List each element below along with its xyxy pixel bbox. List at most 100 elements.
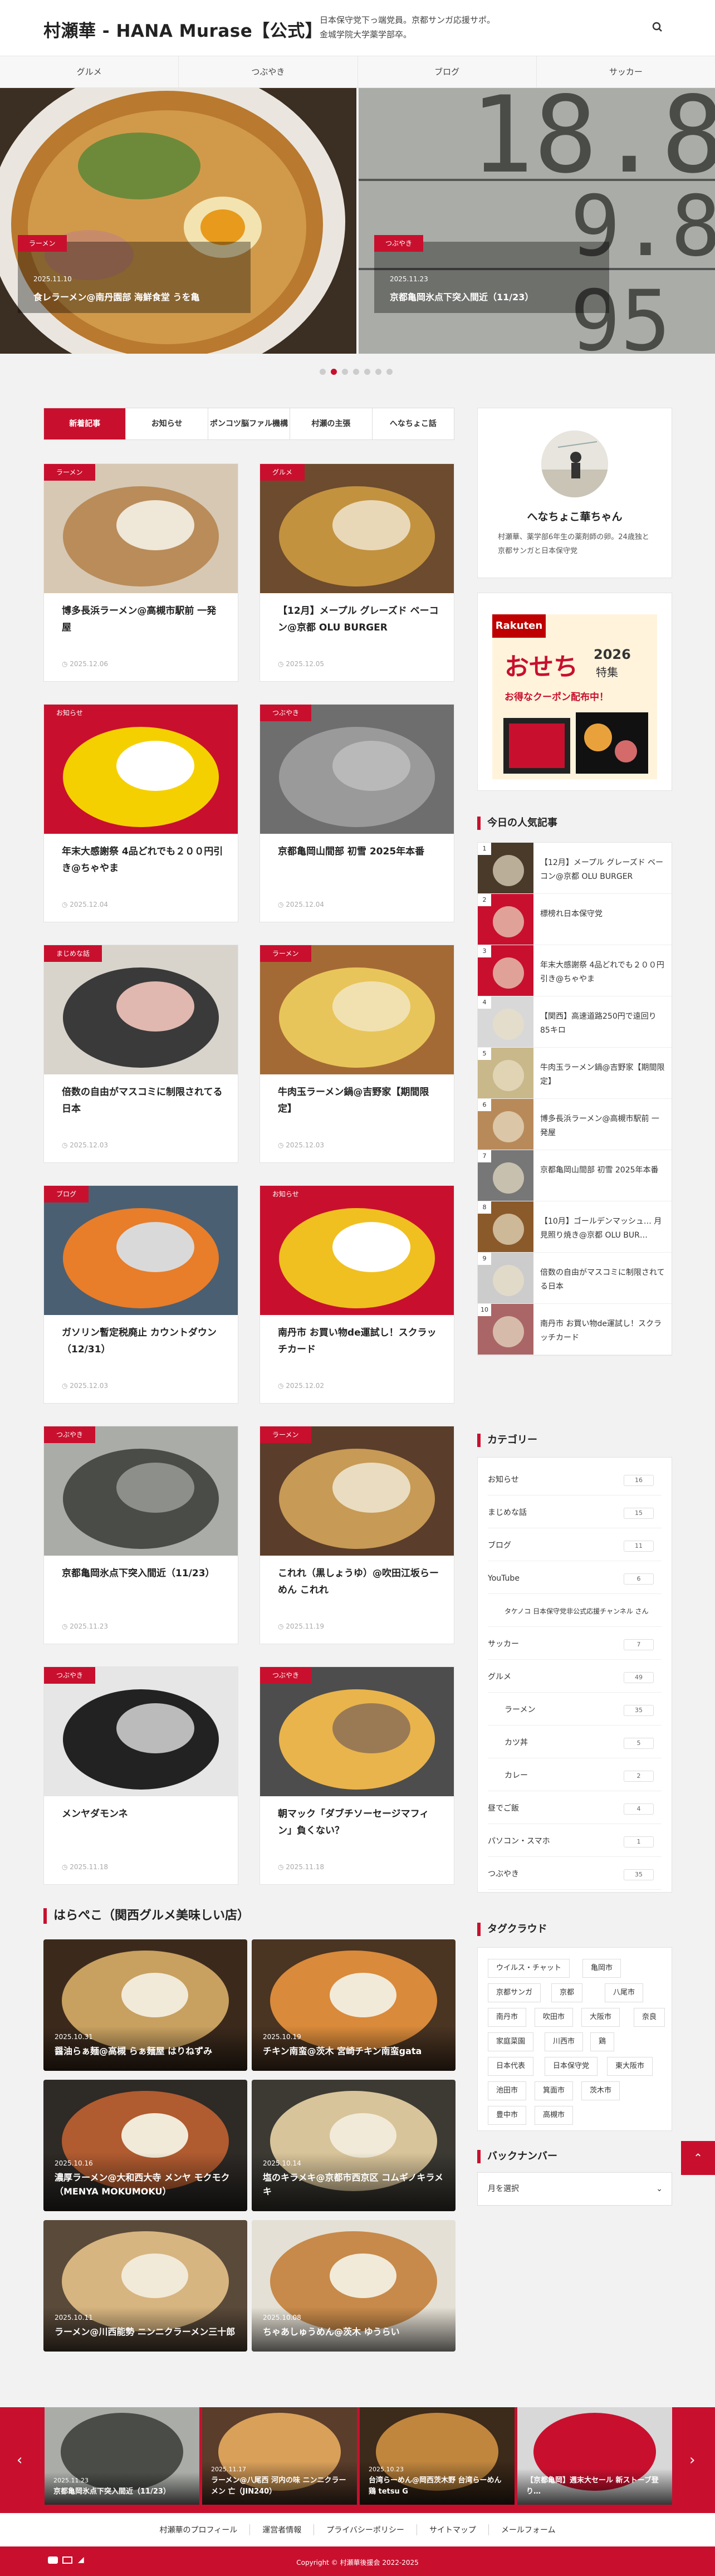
tag-item[interactable]: 高槻市: [535, 2106, 574, 2125]
article-card[interactable]: まじめな話 倍数の自由がマスコミに制限されてる日本 ◷ 2025.12.03: [43, 945, 238, 1163]
tab-henachoko[interactable]: へなちょこ話: [373, 408, 454, 439]
popular-item[interactable]: 5 牛肉玉ラーメン鍋@吉野家【期間限定】: [478, 1048, 672, 1099]
footer-link-sitemap[interactable]: サイトマップ: [417, 2524, 489, 2535]
popular-title[interactable]: 牛肉玉ラーメン鍋@吉野家【期間限定】: [540, 1061, 665, 1088]
category-item[interactable]: ラーメン 35: [488, 1694, 662, 1726]
slider-dot[interactable]: [386, 369, 393, 375]
category-item[interactable]: カレー 2: [488, 1760, 662, 1791]
category-name[interactable]: まじめな話: [488, 1508, 527, 1517]
footer-slide[interactable]: 2025.11.23 京都亀岡氷点下突入間近（11/23）: [45, 2407, 199, 2505]
popular-item[interactable]: 3 年末大感謝祭 4品どれでも２００円引き@ちゃやま: [478, 945, 672, 996]
slider-item-ramen[interactable]: ラーメン 2025.11.10 食レラーメン@南丹園部 海鮮食堂 うを亀: [0, 88, 356, 354]
popular-item[interactable]: 1 【12月】メープル グレーズド ベーコン@京都 OLU BURGER: [478, 843, 672, 894]
article-category[interactable]: ラーメン: [260, 945, 311, 962]
tag-item[interactable]: 池田市: [488, 2081, 527, 2100]
article-thumbnail[interactable]: [260, 705, 454, 834]
tag-item[interactable]: 東大阪市: [607, 2057, 653, 2076]
article-title[interactable]: 【12月】メープル グレーズド ベーコン@京都 OLU BURGER: [278, 603, 439, 637]
article-card[interactable]: つぶやき 京都亀岡氷点下突入間近（11/23） ◷ 2025.11.23: [43, 1426, 238, 1644]
tag-item[interactable]: 八尾市: [605, 1983, 644, 2002]
nav-item-gourmet[interactable]: グルメ: [0, 56, 179, 87]
popular-title[interactable]: 標榜れ日本保守党: [540, 907, 665, 921]
tab-opinion[interactable]: 村瀬の主張: [290, 408, 373, 439]
backnumber-select[interactable]: 月を選択 ⌄: [477, 2172, 672, 2206]
article-title[interactable]: ガソリン暫定税廃止 カウントダウン（12/31）: [62, 1325, 223, 1358]
article-thumbnail[interactable]: [260, 1186, 454, 1315]
tag-item[interactable]: 京都: [551, 1983, 583, 2002]
back-to-top-button[interactable]: ⌃: [681, 2141, 715, 2175]
popular-item[interactable]: 7 京都亀岡山間部 初雪 2025年本番: [478, 1150, 672, 1201]
slider-dot[interactable]: [364, 369, 370, 375]
footer-link-privacy[interactable]: プライバシーポリシー: [314, 2524, 417, 2535]
category-item[interactable]: グルメ 49: [488, 1661, 662, 1693]
tag-item[interactable]: 南丹市: [488, 2008, 527, 2027]
popular-title[interactable]: 倍数の自由がマスコミに制限されてる日本: [540, 1266, 665, 1293]
tag-item[interactable]: 亀岡市: [582, 1959, 621, 1978]
slider-dot-active[interactable]: [331, 369, 337, 375]
article-category[interactable]: グルメ: [260, 464, 305, 481]
nav-item-tsubuyaki[interactable]: つぶやき: [179, 56, 358, 87]
tag-item[interactable]: 日本代表: [488, 2057, 534, 2076]
article-category[interactable]: お知らせ: [44, 705, 95, 721]
category-name[interactable]: つぶやき: [488, 1870, 519, 1879]
article-thumbnail[interactable]: [260, 464, 454, 593]
harapeko-card[interactable]: 2025.10.19 チキン南蛮@茨木 宮崎チキン南蛮gata: [252, 1939, 456, 2071]
article-title[interactable]: 倍数の自由がマスコミに制限されてる日本: [62, 1084, 223, 1118]
article-category[interactable]: ラーメン: [260, 1426, 311, 1443]
tag-item[interactable]: 川西市: [545, 2032, 584, 2051]
tag-item[interactable]: 奈良: [634, 2008, 665, 2027]
tag-item[interactable]: 豊中市: [488, 2106, 527, 2125]
popular-item[interactable]: 2 標榜れ日本保守党: [478, 894, 672, 945]
category-item[interactable]: YouTube 6: [488, 1563, 662, 1594]
popular-item[interactable]: 9 倍数の自由がマスコミに制限されてる日本: [478, 1253, 672, 1304]
article-title[interactable]: 牛肉玉ラーメン鍋@吉野家【期間限定】: [278, 1084, 439, 1118]
category-name[interactable]: グルメ: [488, 1673, 511, 1682]
article-thumbnail[interactable]: [260, 945, 454, 1074]
harapeko-card[interactable]: 2025.10.16 濃厚ラーメン@大和西大寺 メンヤ モクモク（MENYA M…: [43, 2080, 247, 2211]
category-item[interactable]: サッカー 7: [488, 1629, 662, 1660]
category-name[interactable]: お知らせ: [488, 1475, 519, 1484]
article-category[interactable]: つぶやき: [260, 705, 312, 721]
footer-slide[interactable]: 2025.11.17 ラーメン@八尾西 河内の味 ニンニクラーメン 亡（JIN2…: [202, 2407, 357, 2505]
article-card[interactable]: ラーメン 牛肉玉ラーメン鍋@吉野家【期間限定】 ◷ 2025.12.03: [259, 945, 454, 1163]
footer-link-profile[interactable]: 村瀬華のプロフィール: [147, 2524, 251, 2535]
tag-item[interactable]: 大阪市: [581, 2008, 620, 2027]
category-name[interactable]: ブログ: [488, 1541, 511, 1550]
popular-title[interactable]: 南丹市 お買い物de運試し！スクラッチカード: [540, 1317, 665, 1345]
article-category[interactable]: つぶやき: [44, 1426, 96, 1443]
article-category[interactable]: つぶやき: [260, 1667, 312, 1684]
tab-ponkotsu[interactable]: ポンコツ脳ファル機構: [208, 408, 291, 439]
footer-slide[interactable]: 【京都亀岡】週末大セール 新ストーブ登り…: [517, 2407, 672, 2505]
category-name[interactable]: タケノコ 日本保守党非公式応援チャンネル さん: [505, 1607, 649, 1615]
popular-title[interactable]: 年末大感謝祭 4品どれでも２００円引き@ちゃやま: [540, 959, 665, 986]
article-title[interactable]: これれ（黒しょうゆ）@吹田江坂らーめん これれ: [278, 1566, 439, 1599]
article-thumbnail[interactable]: [260, 1426, 454, 1556]
popular-title[interactable]: 【12月】メープル グレーズド ベーコン@京都 OLU BURGER: [540, 856, 665, 883]
article-card[interactable]: ラーメン 博多長浜ラーメン@高槻市駅前 一発屋 ◷ 2025.12.06: [43, 463, 238, 682]
article-card[interactable]: ブログ ガソリン暫定税廃止 カウントダウン（12/31） ◷ 2025.12.0…: [43, 1185, 238, 1404]
article-title[interactable]: 年末大感謝祭 4品どれでも２００円引き@ちゃやま: [62, 844, 223, 877]
article-title[interactable]: メンヤダモンネ: [62, 1806, 223, 1823]
slider-dot[interactable]: [342, 369, 348, 375]
category-item[interactable]: パソコン・スマホ 1: [488, 1826, 662, 1857]
category-name[interactable]: カレー: [505, 1771, 528, 1780]
tag-item[interactable]: 京都サンガ: [488, 1983, 541, 2002]
slider-dot[interactable]: [375, 369, 381, 375]
article-title[interactable]: 博多長浜ラーメン@高槻市駅前 一発屋: [62, 603, 223, 637]
slider-item-tsubuyaki[interactable]: 18.8 9.8 95 つぶやき 2025.11.23 京都亀岡氷点下突入間近（…: [359, 88, 715, 354]
article-card[interactable]: グルメ 【12月】メープル グレーズド ベーコン@京都 OLU BURGER ◷…: [259, 463, 454, 682]
article-category[interactable]: ラーメン: [44, 464, 95, 481]
tab-news[interactable]: お知らせ: [126, 408, 208, 439]
article-category[interactable]: お知らせ: [260, 1186, 311, 1203]
avatar[interactable]: [541, 431, 608, 497]
article-card[interactable]: ラーメン これれ（黒しょうゆ）@吹田江坂らーめん これれ ◷ 2025.11.1…: [259, 1426, 454, 1644]
article-title[interactable]: 朝マック「ダブチソーセージマフィン」負くない？: [278, 1806, 439, 1840]
article-thumbnail[interactable]: [260, 1667, 454, 1796]
article-thumbnail[interactable]: [44, 1426, 238, 1556]
harapeko-card[interactable]: 2025.10.14 塩のキラメキ@京都市西京区 コムギノキラメキ: [252, 2080, 456, 2211]
article-card[interactable]: つぶやき 京都亀岡山間部 初雪 2025年本番 ◷ 2025.12.04: [259, 704, 454, 922]
article-card[interactable]: つぶやき 朝マック「ダブチソーセージマフィン」負くない？ ◷ 2025.11.1…: [259, 1666, 454, 1885]
article-thumbnail[interactable]: [44, 1186, 238, 1315]
category-name[interactable]: 昼でご飯: [488, 1804, 519, 1813]
article-category[interactable]: まじめな話: [44, 945, 102, 962]
